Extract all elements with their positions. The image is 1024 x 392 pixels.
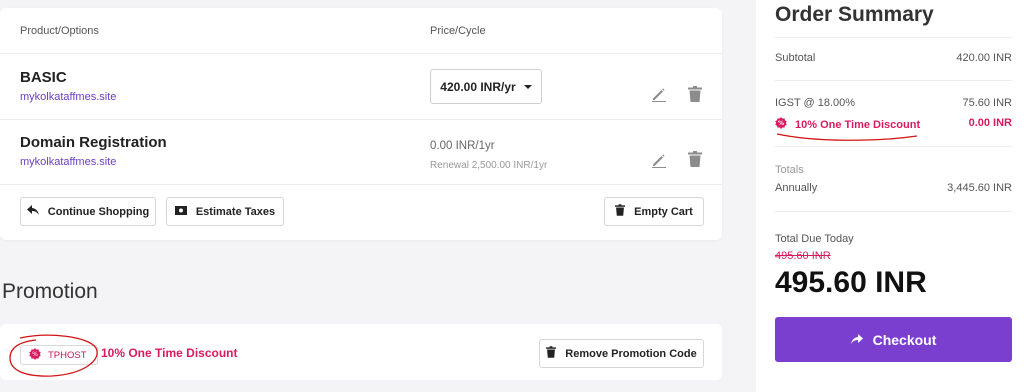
cart-item-domain: Domain Registration mykolkataffmes.site … (0, 120, 722, 185)
totals-label: Totals (775, 164, 804, 176)
order-summary: Order Summary Subtotal 420.00 INR IGST @… (756, 0, 1024, 392)
divider (775, 80, 1012, 81)
subtotal-value: 420.00 INR (956, 52, 1012, 64)
empty-cart-label: Empty Cart (634, 205, 693, 218)
trash-icon[interactable] (688, 151, 702, 172)
cart-card: Product/Options Price/Cycle BASIC mykolk… (0, 8, 722, 240)
order-summary-title: Order Summary (775, 3, 934, 26)
discount-value: 0.00 INR (968, 117, 1012, 129)
edit-icon[interactable] (651, 152, 667, 173)
product-domain: mykolkataffmes.site (20, 91, 117, 103)
remove-promotion-button[interactable]: Remove Promotion Code (539, 339, 704, 368)
total-due-amount: 495.60 INR (775, 266, 927, 299)
total-due-original: 495.60 INR (775, 250, 831, 262)
billing-cycle-value: 420.00 INR/yr (440, 79, 516, 94)
edit-icon[interactable] (651, 86, 667, 107)
annually-label: Annually (775, 182, 818, 194)
checkout-label: Checkout (872, 331, 937, 348)
promotion-card: % TPHOST 10% One Time Discount Remove Pr… (0, 324, 722, 380)
cart-item-basic: BASIC mykolkataffmes.site 420.00 INR/yr (0, 54, 722, 120)
divider (775, 211, 1012, 212)
cart-header: Product/Options Price/Cycle (0, 8, 722, 54)
empty-cart-button[interactable]: Empty Cart (604, 197, 704, 226)
promo-description: 10% One Time Discount (101, 346, 238, 360)
checkout-button[interactable]: Checkout (775, 317, 1012, 362)
remove-promotion-label: Remove Promotion Code (565, 347, 697, 360)
subtotal-line: Subtotal 420.00 INR (775, 52, 1012, 64)
tax-value: 75.60 INR (962, 97, 1012, 109)
trash-icon (615, 204, 626, 219)
product-name: BASIC (20, 69, 67, 86)
total-due-label: Total Due Today (775, 233, 854, 245)
product-price: 0.00 INR/1yr (430, 140, 495, 152)
tax-label: IGST @ 18.00% (775, 97, 856, 109)
product-domain: mykolkataffmes.site (20, 156, 117, 168)
trash-icon (546, 346, 557, 361)
trash-icon[interactable] (688, 86, 702, 107)
svg-text:%: % (32, 351, 38, 358)
promo-badge-icon: % (775, 117, 787, 132)
arrow-right-icon (850, 332, 863, 348)
continue-shopping-button[interactable]: Continue Shopping (20, 197, 156, 226)
subtotal-label: Subtotal (775, 52, 816, 64)
header-price: Price/Cycle (430, 25, 486, 37)
renewal-price: Renewal 2,500.00 INR/1yr (430, 160, 548, 171)
divider (775, 146, 1012, 147)
back-arrow-icon (26, 204, 39, 219)
svg-text:%: % (778, 120, 784, 127)
billing-cycle-select[interactable]: 420.00 INR/yr (430, 69, 542, 104)
promotion-heading: Promotion (2, 280, 98, 303)
estimate-taxes-button[interactable]: Estimate Taxes (166, 197, 284, 226)
promo-badge-icon: % (29, 347, 41, 363)
header-product: Product/Options (20, 25, 99, 37)
tax-line: IGST @ 18.00% 75.60 INR (775, 97, 1012, 109)
caret-down-icon (523, 84, 532, 89)
discount-label-wrap: % 10% One Time Discount (775, 117, 920, 132)
promo-code-badge: % TPHOST (20, 345, 98, 365)
discount-label: 10% One Time Discount (795, 118, 921, 131)
divider (775, 37, 1012, 38)
annually-value: 3,445.60 INR (947, 182, 1012, 194)
annually-line: Annually 3,445.60 INR (775, 182, 1012, 194)
continue-shopping-label: Continue Shopping (47, 205, 150, 218)
estimate-taxes-label: Estimate Taxes (195, 205, 276, 218)
money-icon (174, 205, 187, 218)
discount-line: % 10% One Time Discount 0.00 INR (775, 117, 1012, 132)
promo-code: TPHOST (48, 349, 87, 361)
product-name: Domain Registration (20, 134, 167, 151)
